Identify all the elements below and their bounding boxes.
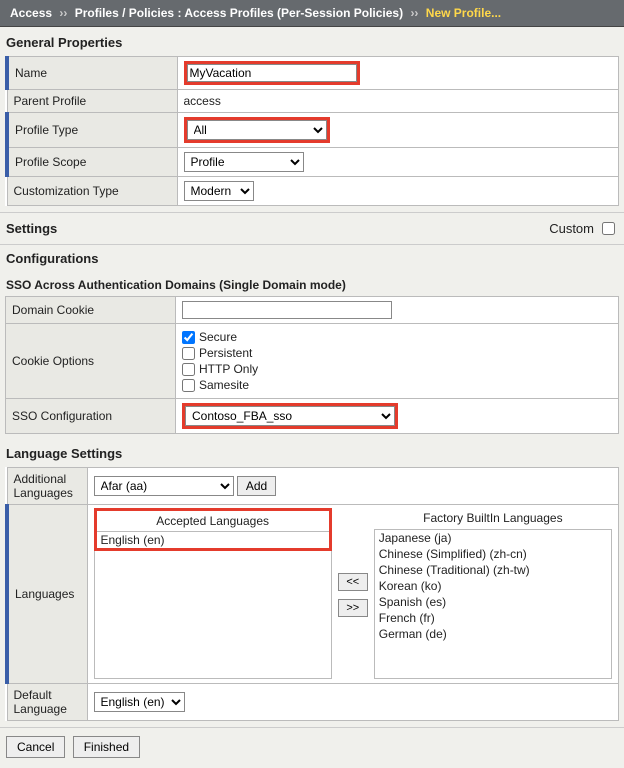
httponly-label: HTTP Only [199,362,258,376]
samesite-checkbox[interactable] [182,379,195,392]
persistent-label: Persistent [199,346,252,360]
language-table: Additional Languages Afar (aa) Add Langu… [5,467,619,721]
label-sso-configuration: SSO Configuration [6,399,176,434]
factory-lang-item[interactable]: Chinese (Simplified) (zh-cn) [375,546,611,562]
factory-languages-title: Factory BuiltIn Languages [374,511,612,529]
accepted-languages-list[interactable] [94,551,332,679]
breadcrumb-mid[interactable]: Profiles / Policies : Access Profiles (P… [75,6,403,20]
persistent-checkbox[interactable] [182,347,195,360]
value-parent-profile: access [177,90,619,113]
move-right-button[interactable]: >> [338,599,368,617]
profile-scope-select[interactable]: Profile [184,152,304,172]
factory-lang-item[interactable]: German (de) [375,626,611,642]
label-domain-cookie: Domain Cookie [6,297,176,324]
sso-configuration-select[interactable]: Contoso_FBA_sso [185,406,395,426]
section-sso: SSO Across Authentication Domains (Singl… [0,272,624,296]
domain-cookie-input[interactable] [182,301,392,319]
breadcrumb-root[interactable]: Access [10,6,52,20]
breadcrumb-current: New Profile... [426,6,501,20]
move-left-button[interactable]: << [338,573,368,591]
chevron-right-icon: ›› [410,6,418,20]
chevron-right-icon: ›› [59,6,67,20]
profile-type-select[interactable]: All [187,120,327,140]
factory-lang-item[interactable]: Chinese (Traditional) (zh-tw) [375,562,611,578]
default-language-select[interactable]: English (en) [94,692,185,712]
breadcrumb: Access ›› Profiles / Policies : Access P… [0,0,624,27]
add-language-button[interactable]: Add [237,476,276,496]
factory-lang-item[interactable]: Korean (ko) [375,578,611,594]
section-configurations: Configurations [0,245,624,272]
secure-checkbox[interactable] [182,331,195,344]
label-parent-profile: Parent Profile [7,90,177,113]
label-name: Name [7,57,177,90]
section-language-settings: Language Settings [0,440,624,467]
label-cookie-options: Cookie Options [6,324,176,399]
factory-lang-item[interactable]: Japanese (ja) [375,530,611,546]
additional-languages-select[interactable]: Afar (aa) [94,476,234,496]
label-additional-languages: Additional Languages [7,468,87,505]
accepted-lang-item[interactable]: English (en) [97,532,329,548]
custom-checkbox[interactable] [602,222,615,235]
bottom-buttons: Cancel Finished [0,727,624,768]
httponly-checkbox[interactable] [182,363,195,376]
factory-lang-item[interactable]: Spanish (es) [375,594,611,610]
customization-type-select[interactable]: Modern [184,181,254,201]
factory-lang-item[interactable]: French (fr) [375,610,611,626]
label-default-language: Default Language [7,684,87,721]
section-general-properties: General Properties [0,27,624,56]
custom-label: Custom [549,221,594,236]
finished-button[interactable]: Finished [73,736,140,758]
general-properties-table: Name Parent Profile access Profile Type … [5,56,619,206]
sso-table: Domain Cookie Cookie Options Secure Pers… [5,296,619,434]
label-languages: Languages [7,505,87,684]
cancel-button[interactable]: Cancel [6,736,65,758]
samesite-label: Samesite [199,378,249,392]
accepted-languages-title: Accepted Languages [97,511,329,532]
label-customization-type: Customization Type [7,177,177,206]
section-settings: Settings Custom [0,212,624,245]
label-profile-scope: Profile Scope [7,148,177,177]
label-profile-type: Profile Type [7,113,177,148]
factory-languages-list[interactable]: Japanese (ja)Chinese (Simplified) (zh-cn… [374,529,612,679]
secure-label: Secure [199,330,237,344]
name-input[interactable] [187,64,357,82]
settings-title: Settings [6,221,57,236]
